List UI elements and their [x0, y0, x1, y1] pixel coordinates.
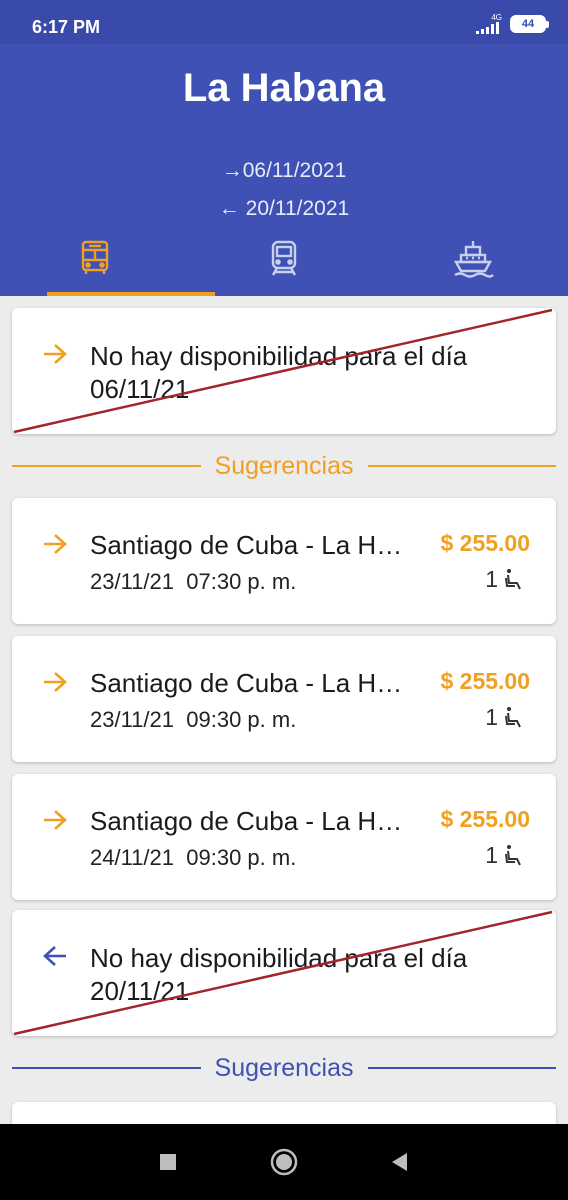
status-icons: 4G 44: [476, 14, 549, 34]
return-date-line: ← 20/11/2021: [0, 197, 568, 221]
tab-bus[interactable]: [0, 232, 189, 296]
tab-train[interactable]: [189, 232, 378, 296]
square-icon: [160, 1154, 176, 1170]
header: 6:17 PM 4G 44 La Habana →06/11/2021 ← 20…: [0, 0, 568, 296]
return-date: 20/11/2021: [245, 197, 350, 220]
app-screen: 6:17 PM 4G 44 La Habana →06/11/2021 ← 20…: [0, 0, 568, 1200]
trip-time: 09:30 p. m.: [186, 845, 297, 870]
trip-card[interactable]: Santiago de Cuba - La Habana 23/11/21 07…: [12, 498, 556, 624]
page-title: La Habana: [182, 66, 386, 110]
status-time: 6:17 PM: [32, 17, 101, 37]
trip-seats: 1: [485, 842, 498, 868]
trip-card[interactable]: Santiago de Cuba - La Habana 23/11/21 09…: [12, 636, 556, 762]
trip-route: Santiago de Cuba - La Habana: [90, 668, 410, 698]
tab-ship[interactable]: [379, 232, 568, 296]
trip-price: $ 255.00: [440, 530, 530, 556]
trip-time: 07:30 p. m.: [186, 569, 297, 594]
recents-button[interactable]: [148, 1142, 188, 1182]
back-button[interactable]: [380, 1142, 420, 1182]
battery-level: 44: [521, 18, 535, 30]
return-unavailable-card: No hay disponibilidad para el día 20/11/…: [12, 910, 556, 1036]
outbound-date: 06/11/2021: [242, 159, 347, 182]
arrow-right-icon: [42, 532, 68, 556]
trip-seats: 1: [485, 704, 498, 730]
results-list[interactable]: No hay disponibilidad para el día 06/11/…: [0, 296, 568, 1124]
arrow-right-icon: [42, 808, 68, 832]
trip-price: $ 255.00: [440, 668, 530, 694]
network-type: 4G: [491, 13, 502, 22]
home-button[interactable]: [264, 1142, 304, 1182]
system-nav-bar: [0, 1124, 568, 1200]
status-bar: 6:17 PM 4G 44: [0, 0, 568, 44]
strike-through-line: [13, 308, 553, 434]
trip-date: 24/11/21: [90, 845, 175, 870]
trip-time: 09:30 p. m.: [186, 707, 297, 732]
trip-card[interactable]: Santiago de Cuba - La Habana 24/11/21 09…: [12, 774, 556, 900]
trip-route: Santiago de Cuba - La Habana: [90, 806, 410, 836]
trip-datetime: 23/11/21 07:30 p. m.: [90, 569, 296, 595]
seat-icon: [505, 845, 521, 866]
suggestions-divider: Sugerencias: [12, 1048, 557, 1088]
trip-date: 23/11/21: [90, 569, 175, 594]
suggestions-divider: Sugerencias: [12, 446, 557, 486]
suggestions-label: Sugerencias: [214, 451, 354, 480]
trip-card[interactable]: [12, 1102, 556, 1124]
outbound-date-line: →06/11/2021: [0, 159, 568, 183]
trip-route: Santiago de Cuba - La Habana: [90, 530, 410, 560]
signal-icon: 4G: [476, 14, 502, 34]
transport-tabs: [0, 232, 568, 296]
trip-date: 23/11/21: [90, 707, 175, 732]
trip-seats: 1: [485, 566, 498, 592]
strike-through-line: [13, 910, 553, 1036]
triangle-back-icon: [392, 1153, 407, 1171]
circle-icon: [270, 1148, 298, 1176]
suggestions-label: Sugerencias: [214, 1053, 354, 1082]
trip-datetime: 24/11/21 09:30 p. m.: [90, 845, 296, 871]
trip-datetime: 23/11/21 09:30 p. m.: [90, 707, 296, 733]
train-icon: [271, 240, 297, 276]
battery-icon: 44: [510, 15, 549, 33]
seat-icon: [505, 707, 521, 728]
bus-icon: [81, 240, 108, 274]
arrow-right-icon: →: [221, 159, 243, 182]
ship-icon: [454, 241, 495, 278]
outbound-unavailable-card: No hay disponibilidad para el día 06/11/…: [12, 308, 556, 434]
arrow-left-icon: ←: [218, 197, 240, 220]
trip-price: $ 255.00: [440, 806, 530, 832]
seat-icon: [505, 569, 521, 590]
arrow-right-icon: [42, 670, 68, 694]
